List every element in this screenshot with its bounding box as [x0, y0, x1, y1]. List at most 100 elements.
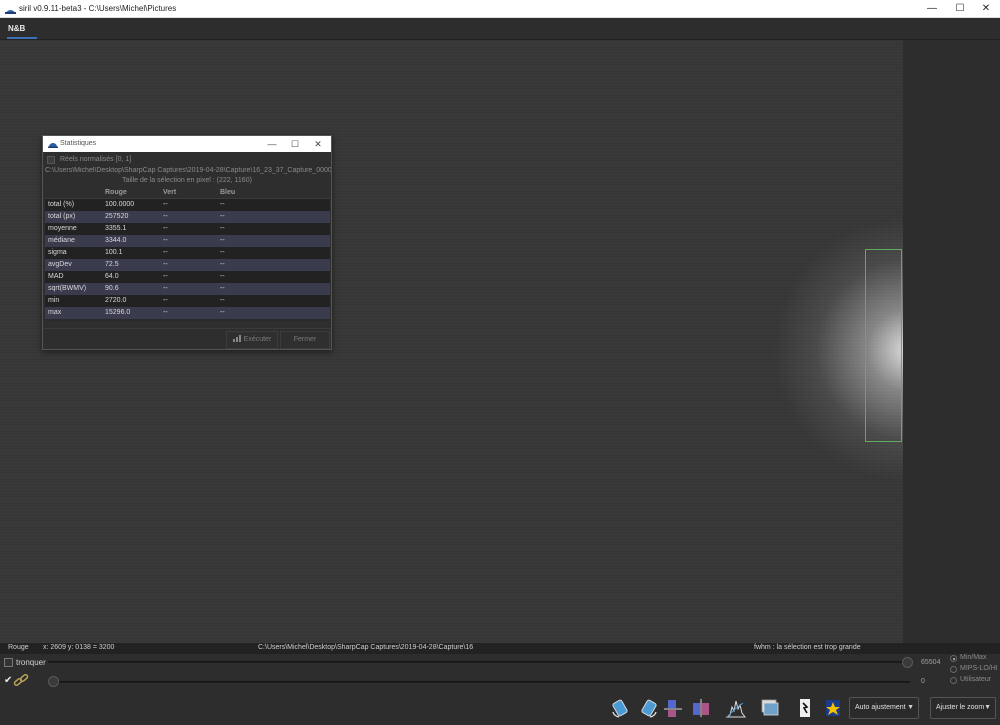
statistics-table: Rouge Vert Bleu total (%) 100.0000 -- -- tot… — [45, 187, 330, 321]
table-cell: 100.1 — [105, 249, 123, 256]
window-title: siril v0.9.11-beta3 - C:\Users\Michel\Pi… — [19, 4, 177, 13]
chevron-down-icon: ▼ — [907, 704, 914, 711]
statistics-dialog: Statistiques — ☐ ✕ Réels normalisés [0, … — [42, 135, 332, 350]
dialog-title: Statistiques — [60, 140, 97, 147]
tab-nb[interactable]: N&B — [8, 24, 25, 33]
image-stack-icon[interactable] — [759, 697, 781, 719]
table-cell: -- — [220, 273, 225, 280]
table-row[interactable]: sqrt(BWMV) 90.6 -- -- — [45, 283, 330, 295]
table-cell: -- — [163, 273, 168, 280]
radio-minmax-button[interactable] — [950, 655, 957, 662]
status-path: C:\Users\Michel\Desktop\SharpCap Capture… — [258, 644, 474, 651]
table-cell: 2720.0 — [105, 297, 127, 304]
table-cell: 100.0000 — [105, 201, 135, 208]
tab-bar: N&B — [0, 18, 1000, 40]
scale-dropdown[interactable]: Auto ajustement ▼ — [849, 697, 919, 719]
dialog-close-button[interactable]: ✕ — [307, 136, 329, 152]
table-row[interactable]: sigma 100.1 -- -- — [45, 247, 330, 259]
table-cell: sqrt(BWMV) — [48, 285, 87, 292]
max-slider-track[interactable] — [48, 661, 910, 663]
max-value: 65504 — [921, 659, 941, 666]
dialog-minimize-button[interactable]: — — [261, 136, 283, 152]
column-header-bleu[interactable]: Bleu — [220, 189, 235, 196]
table-row[interactable]: max 15296.0 -- -- — [45, 307, 330, 319]
close-button[interactable]: ✕ — [968, 0, 1000, 18]
table-cell: -- — [163, 309, 168, 316]
table-row[interactable]: avgDev 72.5 -- -- — [45, 259, 330, 271]
tronquer-checkbox[interactable] — [4, 658, 13, 667]
selection-rectangle[interactable] — [865, 249, 902, 442]
radio-user-button[interactable] — [950, 677, 957, 684]
zoom-dropdown[interactable]: Ajuster le zoom ▼ — [930, 697, 996, 719]
rotate-right-icon[interactable] — [637, 697, 659, 719]
link-icon[interactable] — [13, 673, 29, 687]
table-cell: -- — [163, 285, 168, 292]
table-cell: 64.0 — [105, 273, 119, 280]
histogram-icon[interactable] — [725, 697, 747, 719]
execute-button[interactable]: Exécuter — [226, 331, 278, 349]
column-header-rouge[interactable]: Rouge — [105, 189, 127, 196]
table-cell: -- — [220, 201, 225, 208]
normalized-checkbox[interactable] — [47, 156, 55, 164]
table-cell: total (px) — [48, 213, 76, 220]
table-cell: -- — [163, 297, 168, 304]
active-tab-indicator — [7, 37, 37, 39]
table-cell: avgDev — [48, 261, 72, 268]
table-cell: 72.5 — [105, 261, 119, 268]
min-value: 0 — [921, 678, 925, 685]
dialog-footer: Exécuter Fermer — [43, 328, 331, 349]
normalized-checkbox-label: Réels normalisés [0, 1] — [60, 156, 132, 163]
table-row[interactable]: total (px) 257520 -- -- — [45, 211, 330, 223]
table-header: Rouge Vert Bleu — [45, 187, 330, 199]
scale-dropdown-value: Auto ajustement — [855, 704, 906, 711]
table-cell: -- — [220, 285, 225, 292]
table-cell: -- — [163, 249, 168, 256]
column-header-vert[interactable]: Vert — [163, 189, 176, 196]
table-cell: -- — [220, 237, 225, 244]
table-row[interactable]: médiane 3344.0 -- -- — [45, 235, 330, 247]
checkmark-icon[interactable]: ✔ — [4, 675, 12, 686]
table-cell: 15296.0 — [105, 309, 131, 316]
execute-icon — [232, 335, 241, 342]
selection-size: Taille de la sélection en pixel : (222, … — [122, 177, 252, 184]
status-channel: Rouge — [8, 644, 29, 651]
table-cell: 3344.0 — [105, 237, 127, 244]
table-row[interactable]: moyenne 3355.1 -- -- — [45, 223, 330, 235]
mirror-x-icon[interactable] — [662, 697, 684, 719]
radio-minmax-label: Min/Max — [960, 654, 987, 661]
tronquer-label: tronquer — [16, 658, 46, 667]
min-slider-track[interactable] — [48, 681, 910, 683]
table-cell: 90.6 — [105, 285, 119, 292]
table-cell: -- — [220, 249, 225, 256]
table-cell: moyenne — [48, 225, 77, 232]
rotate-left-icon[interactable] — [610, 697, 632, 719]
close-dialog-button[interactable]: Fermer — [280, 331, 330, 349]
table-cell: -- — [220, 213, 225, 220]
radio-mips-button[interactable] — [950, 666, 957, 673]
mirror-y-icon[interactable] — [690, 697, 712, 719]
radio-user-label: Utilisateur — [960, 676, 992, 683]
table-cell: MAD — [48, 273, 64, 280]
table-cell: min — [48, 297, 60, 304]
min-slider-knob[interactable] — [48, 676, 59, 687]
table-row[interactable]: min 2720.0 -- -- — [45, 295, 330, 307]
negative-icon[interactable] — [794, 697, 816, 719]
table-row[interactable]: MAD 64.0 -- -- — [45, 271, 330, 283]
dialog-maximize-button[interactable]: ☐ — [284, 136, 306, 152]
execute-button-label: Exécuter — [243, 336, 272, 343]
close-dialog-button-label: Fermer — [293, 336, 317, 343]
false-color-icon[interactable] — [822, 697, 844, 719]
table-cell: -- — [163, 213, 168, 220]
table-cell: -- — [220, 297, 225, 304]
status-message: fwhm : la sélection est trop grande — [754, 644, 861, 651]
table-cell: -- — [220, 261, 225, 268]
table-cell: -- — [163, 237, 168, 244]
table-cell: max — [48, 309, 62, 316]
zoom-dropdown-value: Ajuster le zoom — [936, 704, 985, 711]
max-slider-knob[interactable] — [902, 657, 913, 668]
window-titlebar: siril v0.9.11-beta3 - C:\Users\Michel\Pi… — [0, 0, 1000, 18]
dialog-titlebar[interactable]: Statistiques — ☐ ✕ — [43, 136, 331, 152]
table-cell: -- — [220, 225, 225, 232]
table-row[interactable]: total (%) 100.0000 -- -- — [45, 199, 330, 211]
chevron-down-icon: ▼ — [984, 704, 991, 711]
